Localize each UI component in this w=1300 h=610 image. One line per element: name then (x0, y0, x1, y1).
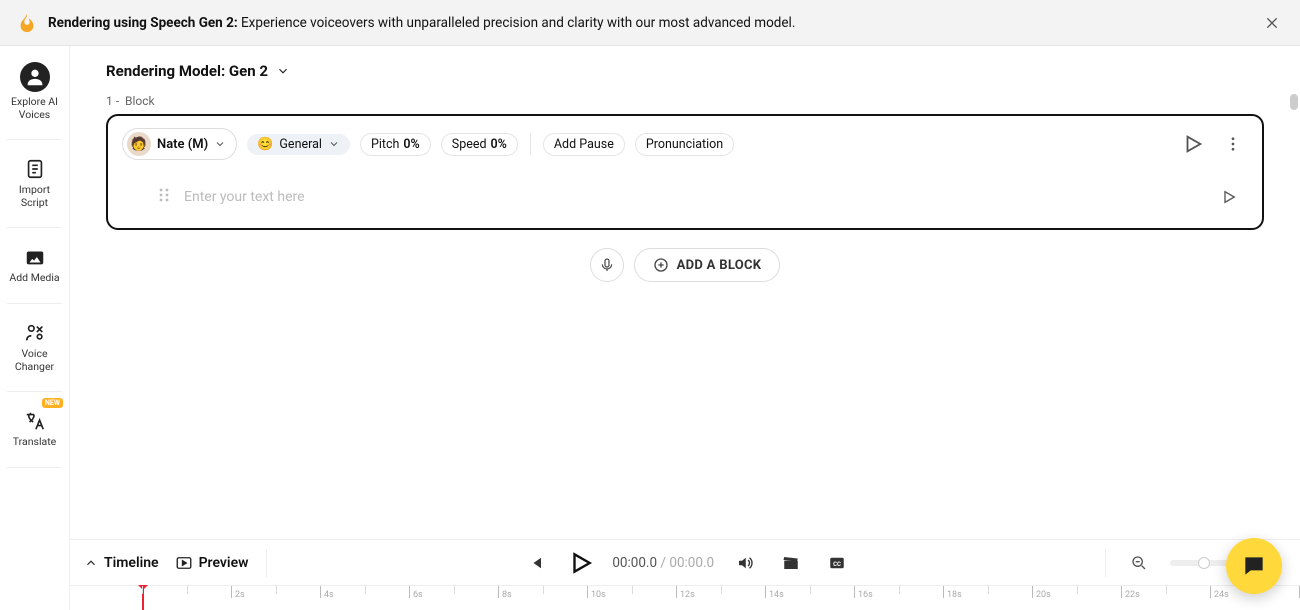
text-row (122, 182, 1248, 216)
chevron-up-icon (84, 556, 98, 570)
volume-icon (736, 554, 754, 572)
rendering-model-selector[interactable]: Rendering Model: Gen 2 (106, 62, 1264, 80)
speed-value: 0% (491, 137, 507, 152)
more-vertical-icon (1224, 135, 1242, 153)
chevron-down-icon (276, 64, 290, 78)
timeline-tick-label: 14s (769, 590, 784, 600)
preview-icon (175, 554, 193, 572)
skip-previous-icon (526, 554, 544, 572)
voice-avatar-icon: 🧑 (127, 132, 151, 156)
banner-close-button[interactable] (1260, 11, 1284, 35)
sidebar: Explore AI Voices Import Script Add Medi… (0, 46, 70, 610)
rendering-model-label: Rendering Model: Gen 2 (106, 62, 268, 80)
svg-text:CC: CC (833, 561, 841, 568)
avatar-icon (20, 62, 50, 92)
timeline-tick-label: 8s (502, 590, 512, 600)
sidebar-item-import-script[interactable]: Import Script (0, 152, 69, 215)
translate-icon (24, 410, 46, 432)
speed-label: Speed (452, 137, 487, 152)
block-more-button[interactable] (1218, 129, 1248, 159)
sidebar-item-label: Translate (13, 436, 56, 449)
pitch-control[interactable]: Pitch 0% (360, 133, 431, 156)
sidebar-item-explore-voices[interactable]: Explore AI Voices (0, 56, 69, 127)
play-icon (568, 550, 594, 576)
chevron-down-icon (328, 138, 340, 150)
timeline-tick-label: 22s (1125, 590, 1140, 600)
timeline-tick-label: 4s (324, 590, 334, 600)
timeline-tick-label: 12s (680, 590, 695, 600)
media-icon (24, 246, 46, 268)
sidebar-item-label: Explore AI Voices (11, 96, 58, 121)
workspace: Rendering Model: Gen 2 1 - Block 🧑 Nate … (70, 46, 1300, 539)
voice-name-label: Nate (M) (157, 137, 208, 152)
clapperboard-icon (782, 554, 800, 572)
play-icon (1221, 189, 1237, 205)
document-icon (24, 158, 46, 180)
chat-fab[interactable] (1226, 538, 1282, 594)
emotion-label: General (279, 137, 322, 152)
timeline-tick-label: 10s (591, 590, 606, 600)
voice-changer-icon (24, 322, 46, 344)
pronunciation-button[interactable]: Pronunciation (635, 133, 734, 156)
emotion-selector[interactable]: 😊 General (247, 134, 350, 155)
promo-banner: Rendering using Speech Gen 2: Experience… (0, 0, 1300, 46)
speed-control[interactable]: Speed 0% (441, 133, 518, 156)
add-pause-button[interactable]: Add Pause (543, 133, 625, 156)
play-button[interactable] (566, 548, 596, 578)
zoom-out-button[interactable] (1124, 548, 1154, 578)
timeline-tick-label: 20s (1036, 590, 1051, 600)
sidebar-item-label: Voice Changer (15, 348, 54, 373)
divider (530, 133, 531, 155)
sidebar-item-label: Import Script (19, 184, 50, 209)
clapper-button[interactable] (776, 548, 806, 578)
mic-button[interactable] (590, 248, 624, 282)
timeline-tick-label: 24s (1214, 590, 1229, 600)
preview-toggle[interactable]: Preview (175, 554, 249, 572)
timeline-tick-label: 6s (413, 590, 423, 600)
chat-icon (1241, 553, 1267, 579)
banner-text: Rendering using Speech Gen 2: Experience… (48, 15, 1250, 31)
timeline-ruler[interactable]: 2s4s6s8s10s12s14s16s18s20s22s24s26s (70, 585, 1300, 610)
sidebar-item-translate[interactable]: Translate (0, 404, 69, 455)
timeline-tick-label: 18s (947, 590, 962, 600)
block-index-label: 1 - Block (106, 94, 1264, 108)
cc-icon: CC (828, 554, 846, 572)
playbar: Timeline Preview 00:00.0 / 00:00.0 (70, 539, 1300, 585)
sidebar-item-label: Add Media (9, 272, 59, 285)
script-block: 🧑 Nate (M) 😊 General Pitch 0% S (106, 114, 1264, 230)
chevron-down-icon (214, 138, 226, 150)
pitch-label: Pitch (371, 137, 399, 152)
play-icon (1182, 133, 1204, 155)
play-line-button[interactable] (1214, 182, 1244, 212)
scrollbar[interactable] (1290, 94, 1298, 110)
sidebar-item-add-media[interactable]: Add Media (0, 240, 69, 291)
sidebar-item-voice-changer[interactable]: Voice Changer (0, 316, 69, 379)
drag-handle-icon[interactable] (158, 187, 170, 207)
play-block-button[interactable] (1178, 129, 1208, 159)
plus-circle-icon (653, 257, 669, 273)
mic-icon (599, 257, 615, 273)
block-toolbar: 🧑 Nate (M) 😊 General Pitch 0% S (122, 128, 1248, 160)
flame-icon (16, 12, 38, 34)
pitch-value: 0% (403, 137, 419, 152)
skip-start-button[interactable] (520, 548, 550, 578)
emotion-emoji-icon: 😊 (257, 137, 273, 152)
voice-selector[interactable]: 🧑 Nate (M) (122, 128, 237, 160)
main-area: Rendering Model: Gen 2 1 - Block 🧑 Nate … (70, 46, 1300, 610)
add-row: ADD A BLOCK (106, 248, 1264, 282)
captions-button[interactable]: CC (822, 548, 852, 578)
zoom-out-icon (1131, 555, 1147, 571)
timeline-tick-label: 16s (858, 590, 873, 600)
volume-button[interactable] (730, 548, 760, 578)
time-display: 00:00.0 / 00:00.0 (612, 555, 714, 571)
timeline-toggle[interactable]: Timeline (84, 555, 159, 571)
block-text-input[interactable] (184, 189, 1200, 205)
timeline-tick-label: 2s (235, 590, 245, 600)
add-block-button[interactable]: ADD A BLOCK (634, 248, 781, 282)
